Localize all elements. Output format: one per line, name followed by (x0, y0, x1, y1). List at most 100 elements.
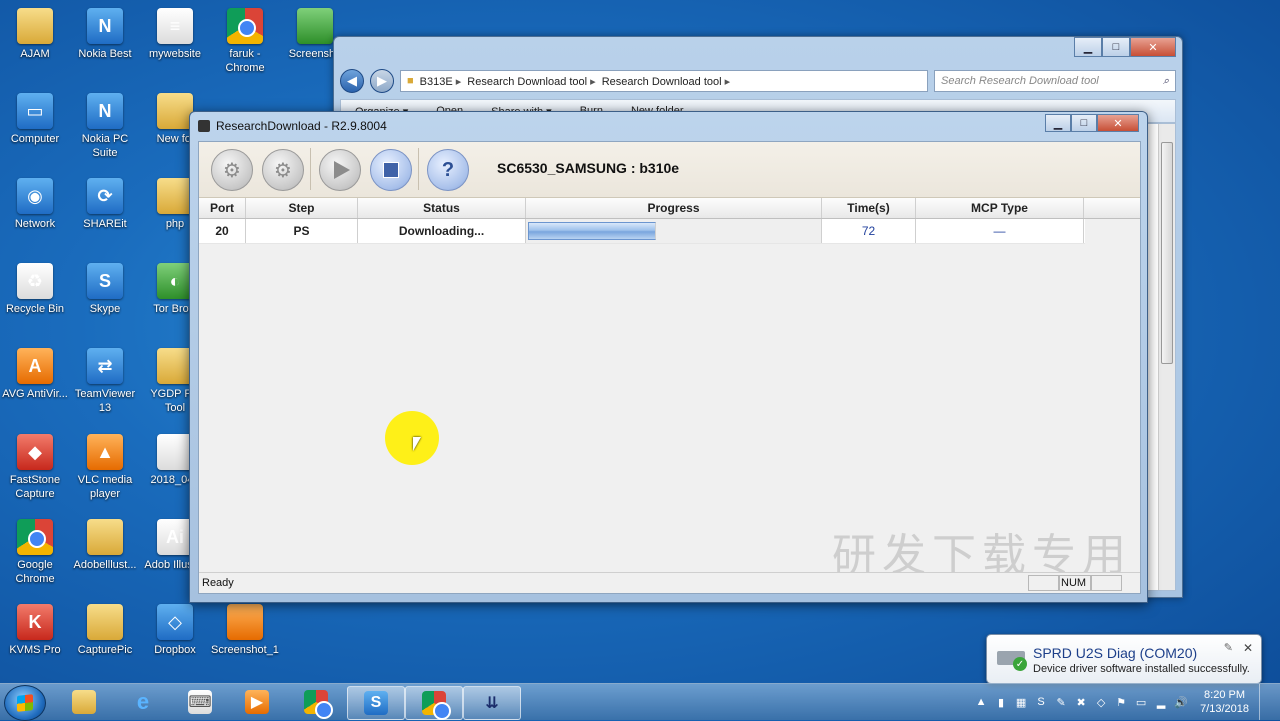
desktop-icon-kvms-pro[interactable]: K KVMS Pro (0, 604, 70, 657)
desktop-icon-shareit[interactable]: ⟳ SHAREit (70, 178, 140, 231)
forward-button[interactable]: ▶ (370, 69, 394, 93)
faststone-icon: ◆ (17, 434, 53, 470)
teamviewer-icon: ⇄ (87, 348, 123, 384)
minimize-button[interactable]: ▁ (1045, 114, 1071, 132)
ie-icon: e (136, 689, 150, 714)
breadcrumb[interactable]: B313E (420, 75, 462, 88)
desktop-icon-capturepic[interactable]: CapturePic (70, 604, 140, 657)
app-icon (198, 120, 210, 132)
taskbar-explorer[interactable] (56, 686, 112, 718)
taskbar-device-manager[interactable]: ⌨ (172, 686, 228, 718)
tor-icon: ◐ (157, 263, 193, 299)
skype-icon: S (364, 691, 388, 715)
chrome-icon (227, 8, 263, 44)
network-status-icon[interactable]: ▦ (1014, 695, 1028, 709)
progress-cell (526, 219, 822, 243)
column-header-status[interactable]: Status (358, 198, 526, 218)
desktop-icon-mywebsite[interactable]: ≡ mywebsite (140, 8, 210, 61)
play-icon: ▶ (245, 690, 269, 714)
desktop-icon-nokia-best[interactable]: N Nokia Best (70, 8, 140, 61)
step-cell: PS (246, 219, 358, 243)
taskbar-skype[interactable]: S (347, 686, 405, 720)
status-bar: Ready NUM (199, 572, 1140, 593)
recycle-bin-icon: ♻ (17, 263, 53, 299)
computer-icon: ▭ (17, 93, 53, 129)
notification-title: SPRD U2S Diag (COM20) (1033, 645, 1198, 661)
taskbar: e ⌨ ▶ S ⇊ ▲ ▮ ▦ S ✎ ✖ ◇ ⚑ ▭ ▂ 🔊 8:20 PM … (0, 683, 1280, 721)
desktop-icon-faruk-chrome[interactable]: faruk - Chrome (210, 8, 280, 75)
toolbar-separator (310, 148, 311, 190)
settings-gear-button[interactable]: ⚙ (211, 149, 253, 191)
desktop-icon-screenshot-1[interactable]: Screenshot_1 (210, 604, 280, 657)
close-button[interactable]: ✕ (1130, 37, 1176, 57)
driver-icon[interactable]: ▮ (994, 695, 1008, 709)
close-button[interactable]: ✕ (1097, 114, 1139, 132)
gears-icon: ⚙ (274, 159, 292, 182)
start-button[interactable] (4, 685, 46, 721)
mouse-cursor-icon (413, 437, 421, 451)
desktop-icon-recycle-bin[interactable]: ♻ Recycle Bin (0, 263, 70, 316)
breadcrumb[interactable]: Research Download tool (602, 75, 730, 88)
desktop-icon-network[interactable]: ◉ Network (0, 178, 70, 231)
column-header-mcp-type[interactable]: MCP Type (916, 198, 1084, 218)
column-header-time[interactable]: Time(s) (822, 198, 916, 218)
volume-icon[interactable]: 🔊 (1174, 695, 1188, 709)
stop-sign-icon[interactable]: ✖ (1074, 695, 1088, 709)
folder-icon (87, 604, 123, 640)
dropbox-tray-icon[interactable]: ◇ (1094, 695, 1108, 709)
maximize-button[interactable]: □ (1071, 114, 1097, 132)
back-button[interactable]: ◀ (340, 69, 364, 93)
column-header-progress[interactable]: Progress (526, 198, 822, 218)
taskbar-internet-explorer[interactable]: e (115, 686, 171, 718)
desktop-icon-skype[interactable]: S Skype (70, 263, 140, 316)
skype-tray-icon[interactable]: S (1034, 695, 1048, 709)
driver-notification[interactable]: ✓ SPRD U2S Diag (COM20) Device driver so… (986, 634, 1262, 684)
breadcrumb[interactable]: Research Download tool (467, 75, 595, 88)
taskbar-research-download[interactable]: ⇊ (463, 686, 521, 720)
pen-icon[interactable]: ✎ (1054, 695, 1068, 709)
search-input[interactable]: Search Research Download tool ⌕ (934, 70, 1176, 92)
desktop-icon-faststone[interactable]: ◆ FastStone Capture (0, 434, 70, 501)
signal-icon[interactable]: ▂ (1154, 695, 1168, 709)
desktop-icon-dropbox[interactable]: ◇ Dropbox (140, 604, 210, 657)
column-header-port[interactable]: Port (199, 198, 246, 218)
status-panel (1090, 575, 1122, 591)
dropbox-icon: ◇ (157, 604, 193, 640)
taskbar-chrome[interactable] (288, 686, 344, 719)
close-icon[interactable]: ✕ (1243, 641, 1253, 655)
table-row[interactable]: 20 PS Downloading... 72 — (199, 219, 1085, 244)
desktop-icon-avg[interactable]: A AVG AntiVir... (0, 348, 70, 401)
desktop-icon-teamviewer[interactable]: ⇄ TeamViewer 13 (70, 348, 140, 415)
minimize-button[interactable]: ▁ (1074, 37, 1102, 57)
taskbar-media-player[interactable]: ▶ (229, 686, 285, 718)
stop-download-button[interactable] (370, 149, 412, 191)
address-bar[interactable]: ■ B313E Research Download tool Research … (400, 70, 928, 92)
window-title: ResearchDownload - R2.9.8004 (216, 119, 387, 133)
desktop-icon-ajam[interactable]: AJAM (0, 8, 70, 61)
question-icon: ? (441, 158, 455, 181)
pin-icon[interactable]: ✎ (1224, 641, 1233, 654)
maximize-button[interactable]: □ (1102, 37, 1130, 57)
display-icon[interactable]: ▭ (1134, 695, 1148, 709)
clock[interactable]: 8:20 PM 7/13/2018 (1200, 688, 1249, 716)
column-header-step[interactable]: Step (246, 198, 358, 218)
nokia-pc-suite-icon: N (87, 93, 123, 129)
start-download-button[interactable] (319, 149, 361, 191)
show-hidden-icons-icon[interactable]: ▲ (974, 695, 988, 709)
action-center-icon[interactable]: ⚑ (1114, 695, 1128, 709)
show-desktop-button[interactable] (1259, 684, 1270, 720)
desktop-icon-vlc[interactable]: ▲ VLC media player (70, 434, 140, 501)
scrollbar[interactable] (1158, 124, 1175, 590)
desktop-icon-computer[interactable]: ▭ Computer (0, 93, 70, 146)
cursor-highlight (385, 411, 439, 465)
desktop-icon-nokia-pc-suite[interactable]: N Nokia PC Suite (70, 93, 140, 160)
scrollbar-thumb[interactable] (1161, 142, 1173, 364)
desktop-icon-google-chrome[interactable]: Google Chrome (0, 519, 70, 586)
load-packet-button[interactable]: ⚙ (262, 149, 304, 191)
folder-icon: ■ (407, 75, 414, 87)
taskbar-chrome-window[interactable] (405, 686, 463, 720)
status-panel (1028, 575, 1060, 591)
help-button[interactable]: ? (427, 149, 469, 191)
shortcut-icon: Ai (157, 519, 193, 555)
desktop-icon-adobe-illustrator-folder[interactable]: Adobelllust... (70, 519, 140, 572)
